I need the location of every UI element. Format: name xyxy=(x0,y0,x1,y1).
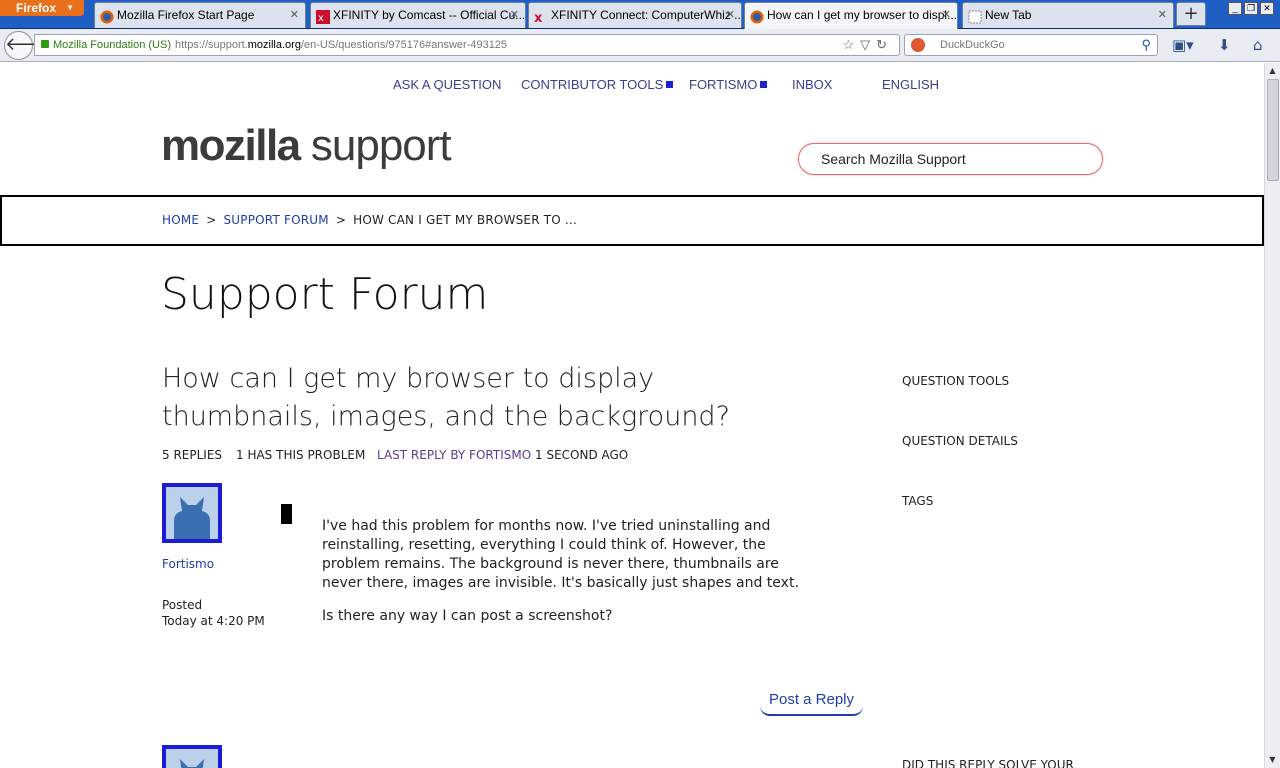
tab-new[interactable]: New Tab ✕ xyxy=(962,2,1174,28)
scroll-up-icon[interactable]: ▲ xyxy=(1265,63,1280,78)
solved-prompt-heading: DID THIS REPLY SOLVE YOUR xyxy=(902,758,1074,768)
user-silhouette-icon xyxy=(174,497,210,539)
reload-icon[interactable]: ↻ xyxy=(876,37,893,52)
breadcrumb-home[interactable]: HOME xyxy=(162,213,199,227)
url-prefix: https://support. xyxy=(175,39,248,51)
tab-title: XFINITY Connect: ComputerWhiz ... xyxy=(551,8,742,22)
scroll-down-icon[interactable]: ▼ xyxy=(1265,752,1280,767)
lock-icon xyxy=(41,40,49,48)
breadcrumb-current: HOW CAN I GET MY BROWSER TO ... xyxy=(353,213,577,227)
search-icon[interactable]: ⚲ xyxy=(1141,35,1151,55)
tab-title: Mozilla Firefox Start Page xyxy=(117,8,255,22)
site-identity[interactable]: Mozilla Foundation (US) xyxy=(41,35,171,55)
breadcrumb-separator: > xyxy=(206,213,217,227)
back-button[interactable]: 🡐 xyxy=(4,31,53,60)
duckduckgo-icon[interactable] xyxy=(911,38,925,52)
url-domain: mozilla.org xyxy=(247,39,301,51)
contributor-tools-link[interactable]: CONTRIBUTOR TOOLS xyxy=(521,77,674,92)
posted-time: Today at 4:20 PM xyxy=(162,614,265,628)
question-title: How can I get my browser to display thum… xyxy=(162,363,730,432)
user-silhouette-icon xyxy=(180,759,204,768)
logo-bold: mozilla xyxy=(161,121,301,170)
tab-firefox-start[interactable]: Mozilla Firefox Start Page ✕ xyxy=(94,2,306,28)
close-window-icon[interactable]: ✕ xyxy=(1260,2,1274,15)
user-menu-link[interactable]: FORTISMO xyxy=(689,77,768,92)
dropdown-square-icon xyxy=(666,81,674,88)
question-body: I've had this problem for months now. I'… xyxy=(322,517,812,640)
url-path: /en-US/questions/975176#answer-493125 xyxy=(300,39,508,51)
tab-title: How can I get my browser to displ... xyxy=(767,8,958,22)
url-bar-icons: ☆▽↻ xyxy=(842,35,893,55)
last-reply-link[interactable]: LAST REPLY BY FORTISMO xyxy=(377,448,531,462)
question-details-heading[interactable]: QUESTION DETAILS xyxy=(902,434,1018,448)
svg-text:x: x xyxy=(318,13,324,24)
tags-heading: TAGS xyxy=(902,494,934,508)
downloads-icon[interactable]: ⬇ xyxy=(1218,36,1231,54)
author-name[interactable]: Fortismo xyxy=(162,557,214,571)
search-bar[interactable]: DuckDuckGo ⚲ xyxy=(904,34,1158,56)
close-icon[interactable]: ✕ xyxy=(290,3,299,27)
url-bar[interactable]: Mozilla Foundation (US) https://support.… xyxy=(34,34,900,56)
vertical-scrollbar[interactable]: ▲ ▼ xyxy=(1264,63,1280,768)
firefox-icon xyxy=(100,8,114,24)
avatar[interactable] xyxy=(162,745,222,768)
blank-page-icon xyxy=(968,8,982,24)
close-icon[interactable]: ✕ xyxy=(726,3,735,27)
restore-icon[interactable]: ❐ xyxy=(1244,2,1258,15)
tab-title: XFINITY by Comcast -- Official Cu... xyxy=(333,8,526,22)
dropdown-square-icon xyxy=(760,81,768,88)
tab-support-question[interactable]: How can I get my browser to displ... ✕ xyxy=(744,2,958,29)
inbox-link[interactable]: INBOX xyxy=(792,77,832,92)
question-body-paragraph: Is there any way I can post a screenshot… xyxy=(322,608,613,624)
minimize-icon[interactable]: _ xyxy=(1228,2,1242,15)
text-cursor xyxy=(281,504,292,524)
svg-text:x: x xyxy=(534,11,543,24)
breadcrumb-bar: HOME > SUPPORT FORUM > HOW CAN I GET MY BROW… xyxy=(0,195,1264,246)
new-tab-button[interactable]: + xyxy=(1176,2,1206,26)
firefox-menu-label: Firefox xyxy=(16,1,57,15)
logo-light: support xyxy=(310,121,452,170)
close-icon[interactable]: ✕ xyxy=(510,3,519,27)
history-dropdown-icon[interactable]: ▽ xyxy=(860,37,876,52)
post-reply-button[interactable]: Post a Reply xyxy=(760,688,863,716)
breadcrumb: HOME > SUPPORT FORUM > HOW CAN I GET MY BROW… xyxy=(162,213,577,227)
scrollbar-thumb[interactable] xyxy=(1267,79,1279,181)
search-engine-label: DuckDuckGo xyxy=(940,39,1005,51)
breadcrumb-separator: > xyxy=(335,213,347,227)
xfinity-icon: x xyxy=(316,8,330,24)
chevron-down-icon: ▼ xyxy=(66,3,74,12)
page-title: Support Forum xyxy=(161,269,489,320)
firefox-menu-button[interactable]: Firefox ▼ xyxy=(0,0,84,16)
site-search-input[interactable]: Search Mozilla Support xyxy=(798,143,1103,175)
user-menu-label: FORTISMO xyxy=(689,77,758,92)
bookmarks-menu-icon[interactable]: ▣▾ xyxy=(1172,36,1194,54)
last-reply-time: 1 SECOND AGO xyxy=(535,448,629,462)
bookmark-star-icon[interactable]: ☆ xyxy=(842,37,860,52)
navigation-toolbar: 🡐 Mozilla Foundation (US) https://suppor… xyxy=(0,29,1280,62)
question-body-paragraph: I've had this problem for months now. I'… xyxy=(322,518,799,591)
firefox-icon xyxy=(750,8,764,24)
site-search-placeholder: Search Mozilla Support xyxy=(821,151,966,167)
url-text[interactable]: https://support.mozilla.org/en-US/questi… xyxy=(175,35,507,55)
tab-xfinity-connect[interactable]: x XFINITY Connect: ComputerWhiz ... ✕ xyxy=(528,2,742,28)
mozilla-support-logo[interactable]: mozilla support xyxy=(161,121,452,171)
close-icon[interactable]: ✕ xyxy=(942,3,951,27)
close-icon[interactable]: ✕ xyxy=(1158,3,1167,27)
page-content: ASK A QUESTION CONTRIBUTOR TOOLS FORTISM… xyxy=(0,63,1264,768)
language-link[interactable]: ENGLISH xyxy=(882,77,939,92)
identity-label: Mozilla Foundation (US) xyxy=(53,39,171,51)
has-problem-count[interactable]: 1 HAS THIS PROBLEM xyxy=(236,448,365,462)
replies-count: 5 REPLIES xyxy=(162,448,223,462)
posted-label: Posted xyxy=(162,598,203,612)
breadcrumb-support-forum[interactable]: SUPPORT FORUM xyxy=(223,213,328,227)
question-tools-heading[interactable]: QUESTION TOOLS xyxy=(902,374,1009,388)
avatar[interactable] xyxy=(162,483,222,543)
ask-question-link[interactable]: ASK A QUESTION xyxy=(393,77,501,92)
tab-strip: Firefox ▼ Mozilla Firefox Start Page ✕ x… xyxy=(0,0,1280,29)
home-icon[interactable]: ⌂ xyxy=(1253,36,1263,54)
xfinity-icon: x xyxy=(534,8,548,26)
tab-title: New Tab xyxy=(985,8,1032,22)
tab-xfinity-comcast[interactable]: x XFINITY by Comcast -- Official Cu... ✕ xyxy=(310,2,526,28)
contributor-tools-label: CONTRIBUTOR TOOLS xyxy=(521,77,664,92)
